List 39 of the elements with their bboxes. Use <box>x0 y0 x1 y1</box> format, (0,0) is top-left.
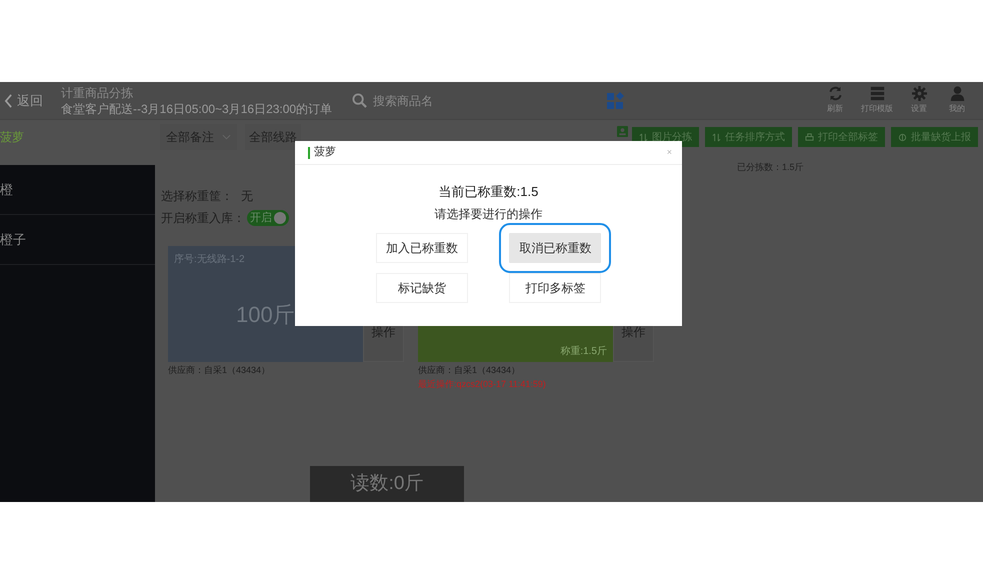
current-weight: 当前已称重数:1.5 <box>438 183 540 201</box>
back-button[interactable]: 返回 <box>4 90 43 110</box>
printer-icon <box>805 132 814 142</box>
person-card-icon <box>617 126 628 137</box>
action-button[interactable]: 任务排序方式 <box>705 127 792 147</box>
server-icon <box>870 86 884 101</box>
toolbar-button[interactable]: 我的 <box>945 86 969 115</box>
toolbar-button[interactable]: 刷新 <box>823 86 847 115</box>
action-button[interactable]: 批量缺货上报 <box>891 127 978 147</box>
weight-label: 称重:1.5斤 <box>560 344 607 359</box>
toolbar-button[interactable]: 打印模版 <box>861 86 893 115</box>
back-icon <box>4 94 13 108</box>
sort-icon <box>712 132 721 142</box>
prompt-text: 请选择要进行的操作 <box>434 206 544 222</box>
refresh-icon <box>828 86 842 101</box>
grid-icon <box>607 92 626 110</box>
apps-button[interactable] <box>607 92 626 110</box>
sidebar-item[interactable]: 橙子 <box>0 215 155 265</box>
search-field[interactable]: 搜索商品名 <box>373 92 524 110</box>
user-icon <box>950 86 964 101</box>
page-subtitle: 食堂客户配送--3月16日05:00~3月16日23:00的订单 <box>61 100 332 116</box>
stock-toggle[interactable]: 开启 <box>247 210 289 226</box>
dialog-title: 菠萝 <box>314 144 336 160</box>
product-name: 菠萝 <box>0 129 25 146</box>
action-button[interactable]: 打印全部标签 <box>798 127 885 147</box>
chevron-down-icon <box>222 134 231 140</box>
page-title: 计重商品分拣 <box>61 84 134 100</box>
scale-reading: 读数:0斤 <box>310 466 464 502</box>
dialog-button[interactable]: 取消已称重数 <box>509 232 602 262</box>
sidebar-item[interactable]: 橙 <box>0 165 155 215</box>
dialog-button[interactable]: 加入已称重数 <box>376 232 468 262</box>
dialog-button[interactable]: 标记缺货 <box>376 272 468 302</box>
search-icon <box>352 93 368 108</box>
toolbar-button[interactable]: 设置 <box>907 86 931 115</box>
settings-icon <box>912 86 926 101</box>
last-operation-label: 最近操作:qzcs2(03-17 11:41:59) <box>418 378 547 391</box>
dialog-button[interactable]: 打印多标签 <box>509 272 602 302</box>
close-button[interactable]: × <box>666 146 672 160</box>
sort-icon <box>639 132 648 142</box>
